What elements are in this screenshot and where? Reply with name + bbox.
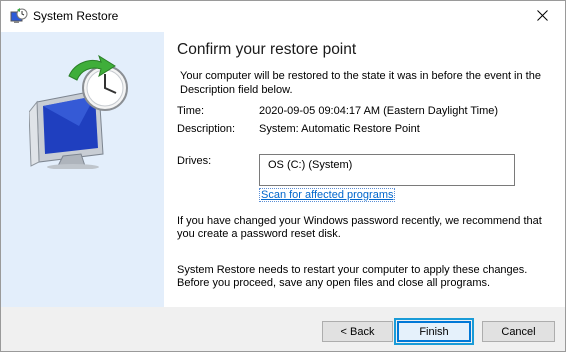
- description-label: Description:: [177, 123, 236, 135]
- close-icon: [536, 8, 548, 26]
- left-banner: [1, 32, 164, 307]
- drives-label: Drives:: [177, 155, 212, 167]
- content-area: Confirm your restore point Your computer…: [164, 32, 565, 307]
- page-title: Confirm your restore point: [177, 41, 357, 58]
- description-value: System: Automatic Restore Point: [259, 123, 420, 135]
- cancel-button[interactable]: Cancel: [482, 321, 555, 342]
- password-note: If you have changed your Windows passwor…: [177, 215, 542, 240]
- drives-list[interactable]: OS (C:) (System): [259, 154, 515, 186]
- time-value: 2020-09-05 09:04:17 AM (Eastern Daylight…: [259, 105, 499, 117]
- finish-button[interactable]: Finish: [397, 321, 471, 342]
- restart-note: System Restore needs to restart your com…: [177, 264, 528, 289]
- scan-affected-programs-link[interactable]: Scan for affected programs: [259, 188, 396, 202]
- back-button[interactable]: < Back: [322, 321, 393, 342]
- button-bar: < Back Finish Cancel: [1, 307, 565, 351]
- close-button[interactable]: [519, 1, 565, 32]
- window-title: System Restore: [33, 9, 119, 23]
- restore-monitor-clock-icon: [28, 54, 139, 174]
- time-label: Time:: [177, 105, 205, 117]
- intro-text: Your computer will be restored to the st…: [180, 70, 541, 96]
- list-item[interactable]: OS (C:) (System): [268, 159, 352, 171]
- title-bar[interactable]: System Restore: [1, 1, 565, 32]
- system-restore-window: System Restore Confirm your restore poin…: [0, 0, 566, 352]
- system-restore-icon: [10, 8, 28, 26]
